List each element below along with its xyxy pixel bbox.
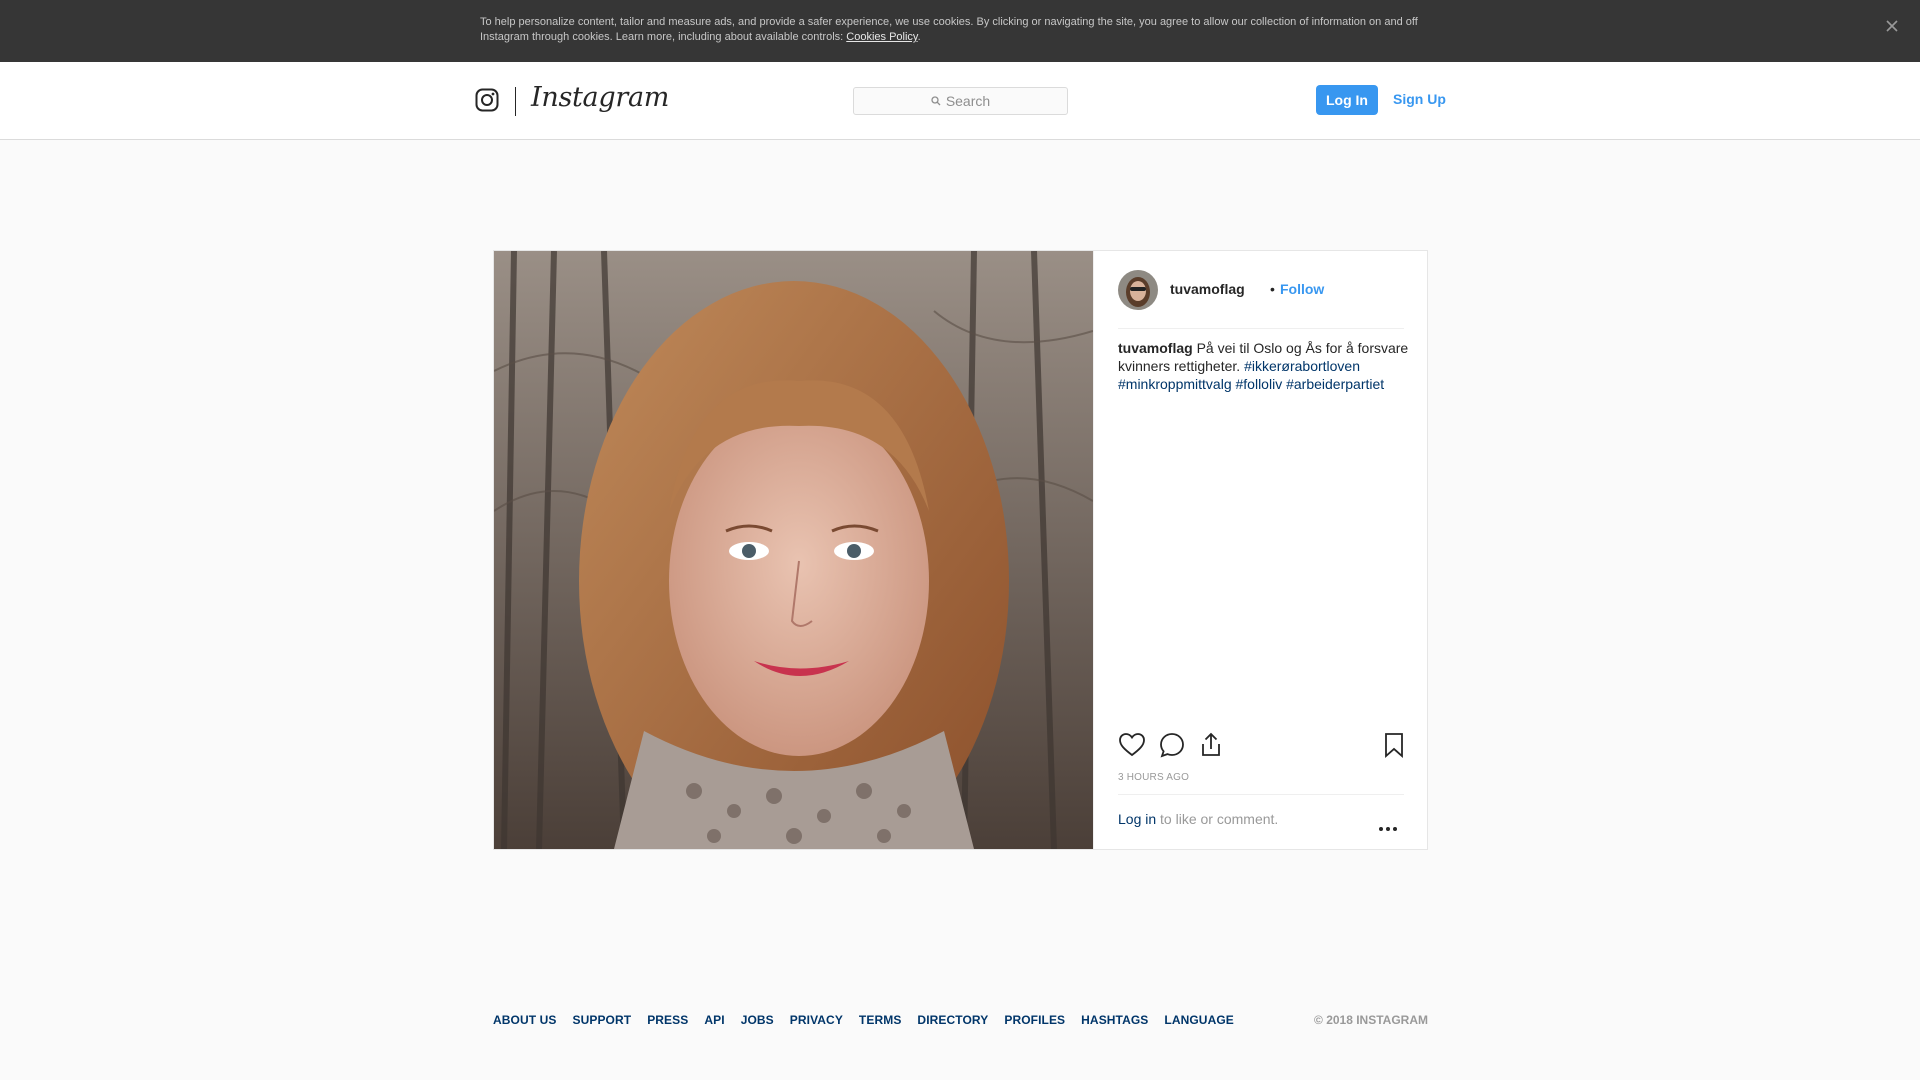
logo-divider	[515, 87, 516, 116]
post-actions	[1118, 731, 1404, 761]
heart-icon[interactable]	[1118, 731, 1146, 759]
caption-username[interactable]: tuvamoflag	[1118, 340, 1193, 356]
footer-link-support[interactable]: SUPPORT	[572, 1013, 631, 1027]
login-link[interactable]: Log in	[1118, 811, 1156, 827]
post-header: tuvamoflag • Follow	[1118, 269, 1404, 329]
footer-link-press[interactable]: PRESS	[647, 1013, 688, 1027]
cookie-banner-message: To help personalize content, tailor and …	[480, 16, 1418, 43]
post-photo[interactable]	[494, 251, 1093, 849]
search-input[interactable]: Search	[853, 87, 1068, 115]
hashtag-link[interactable]: #ikkerørabortloven	[1244, 358, 1360, 374]
log-in-button[interactable]: Log In	[1316, 85, 1378, 115]
instagram-wordmark[interactable]: Instagram	[531, 82, 669, 113]
footer-link-hashtags[interactable]: HASHTAGS	[1081, 1013, 1148, 1027]
close-icon[interactable]	[1880, 14, 1904, 38]
cookies-policy-link[interactable]: Cookies Policy	[846, 31, 917, 43]
comment-icon[interactable]	[1158, 731, 1186, 759]
footer-link-language[interactable]: LANGUAGE	[1164, 1013, 1233, 1027]
hashtag-link[interactable]: #folloliv	[1236, 376, 1283, 392]
post-side-panel: tuvamoflag • Follow tuvamoflag På vei ti…	[1093, 251, 1427, 849]
hashtag-link[interactable]: #arbeiderpartiet	[1286, 376, 1384, 392]
instagram-glyph-icon[interactable]	[475, 88, 499, 112]
post-card: tuvamoflag • Follow tuvamoflag På vei ti…	[493, 250, 1428, 850]
more-options-icon[interactable]	[1378, 819, 1398, 831]
footer-link-terms[interactable]: TERMS	[859, 1013, 902, 1027]
cookie-banner: To help personalize content, tailor and …	[0, 0, 1920, 62]
footer-link-jobs[interactable]: JOBS	[741, 1013, 774, 1027]
sign-up-link[interactable]: Sign Up	[1393, 91, 1446, 107]
post-timestamp: 3 HOURS AGO	[1118, 772, 1190, 783]
footer-links: ABOUT US SUPPORT PRESS API JOBS PRIVACY …	[493, 1013, 1234, 1027]
post-username[interactable]: tuvamoflag	[1170, 281, 1245, 297]
search-placeholder: Search	[945, 93, 991, 109]
copyright: © 2018 INSTAGRAM	[1314, 1013, 1428, 1027]
post-caption: tuvamoflag På vei til Oslo og Ås for å f…	[1118, 339, 1410, 393]
footer-link-privacy[interactable]: PRIVACY	[790, 1013, 843, 1027]
cookie-banner-text: To help personalize content, tailor and …	[480, 15, 1440, 45]
footer-link-about-us[interactable]: ABOUT US	[493, 1013, 556, 1027]
cookie-banner-suffix: .	[917, 31, 921, 43]
search-icon	[931, 93, 941, 109]
follow-button[interactable]: Follow	[1280, 281, 1324, 297]
footer: ABOUT US SUPPORT PRESS API JOBS PRIVACY …	[493, 1013, 1428, 1033]
avatar[interactable]	[1118, 270, 1158, 310]
divider	[1118, 794, 1404, 795]
login-prompt: Log in to like or comment.	[1118, 811, 1278, 827]
footer-link-api[interactable]: API	[704, 1013, 724, 1027]
login-prompt-text: to like or comment.	[1156, 811, 1279, 827]
footer-link-profiles[interactable]: PROFILES	[1004, 1013, 1065, 1027]
top-navigation: Instagram Search Log In Sign Up	[0, 62, 1920, 140]
username-separator: •	[1270, 281, 1275, 297]
footer-link-directory[interactable]: DIRECTORY	[917, 1013, 988, 1027]
share-icon[interactable]	[1197, 731, 1225, 759]
hashtag-link[interactable]: #minkroppmittvalg	[1118, 376, 1232, 392]
bookmark-icon[interactable]	[1380, 731, 1408, 759]
